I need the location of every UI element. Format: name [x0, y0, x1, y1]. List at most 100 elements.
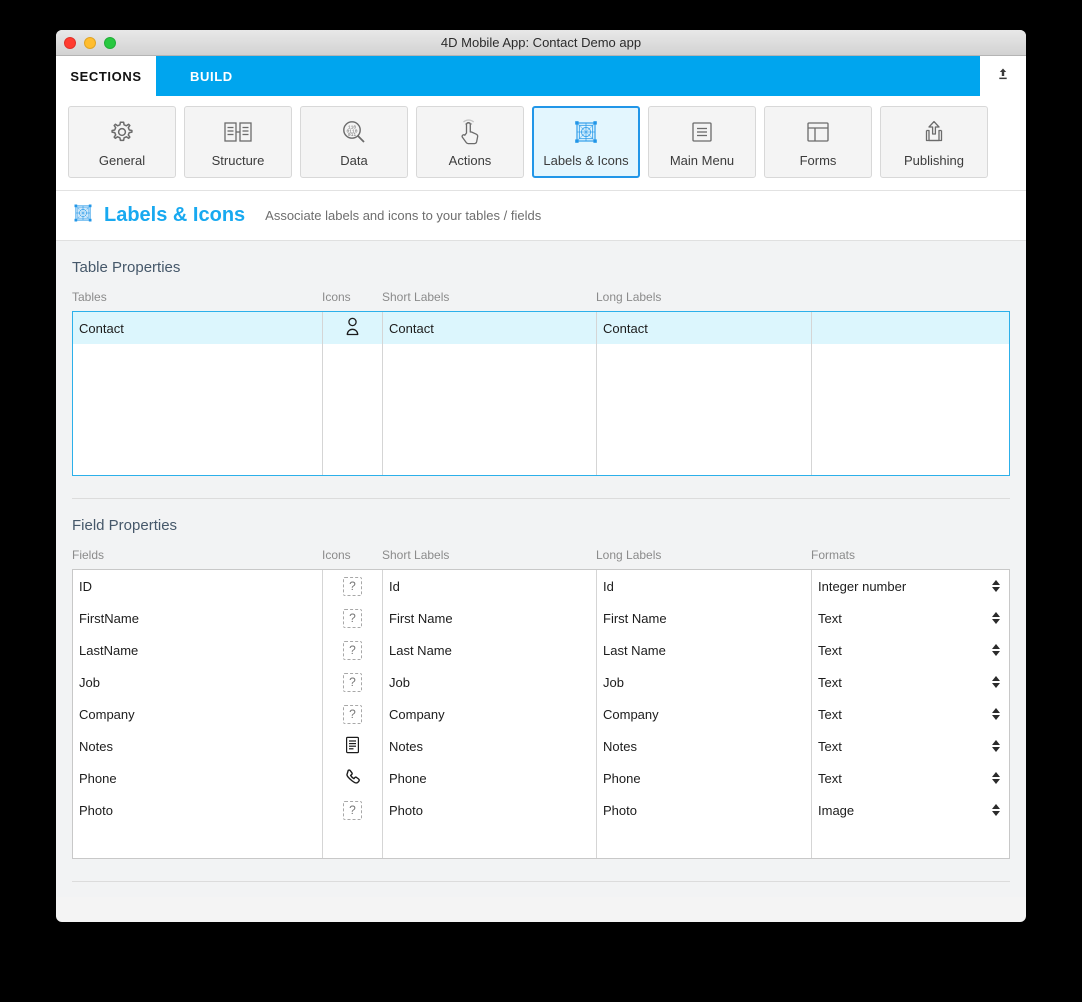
- field-short-label[interactable]: Last Name: [383, 634, 596, 666]
- section-divider: [72, 498, 1010, 499]
- stepper-arrows-icon[interactable]: [992, 676, 1000, 688]
- field-long-label[interactable]: Notes: [597, 730, 811, 762]
- field-icon-cell[interactable]: ?: [323, 698, 382, 730]
- table-row-extra[interactable]: [812, 312, 1009, 344]
- format-stepper[interactable]: Text: [812, 762, 1009, 794]
- field-properties-title: Field Properties: [72, 517, 178, 534]
- table-col-short-labels: Contact: [383, 312, 597, 475]
- field-row[interactable]: Phone: [73, 762, 322, 794]
- toolbar-item-forms[interactable]: Forms: [764, 106, 872, 178]
- format-stepper[interactable]: Image: [812, 794, 1009, 826]
- field-short-label[interactable]: Photo: [383, 794, 596, 826]
- tab-sections[interactable]: SECTIONS: [56, 56, 156, 96]
- field-short-label[interactable]: Phone: [383, 762, 596, 794]
- zoom-button[interactable]: [104, 36, 116, 49]
- field-long-label[interactable]: First Name: [597, 602, 811, 634]
- format-stepper[interactable]: Text: [812, 666, 1009, 698]
- minimize-button[interactable]: [84, 36, 96, 49]
- field-col-icons: ? ? ? ? ? ?: [323, 570, 383, 858]
- format-value: Text: [818, 674, 842, 690]
- table-col-tables: Contact: [73, 312, 323, 475]
- stepper-arrows-icon[interactable]: [992, 772, 1000, 784]
- upload-button[interactable]: [980, 56, 1026, 96]
- toolbar-item-label: Main Menu: [669, 152, 735, 168]
- field-icon-cell[interactable]: ?: [323, 602, 382, 634]
- column-header-long-labels: Long Labels: [596, 290, 662, 304]
- window-title: 4D Mobile App: Contact Demo app: [440, 35, 642, 50]
- table-col-long-labels: Contact: [597, 312, 812, 475]
- field-long-label[interactable]: Last Name: [597, 634, 811, 666]
- field-icon-cell[interactable]: [323, 730, 382, 762]
- bottom-divider: [72, 881, 1010, 882]
- field-row[interactable]: Photo: [73, 794, 322, 826]
- field-row[interactable]: ID: [73, 570, 322, 602]
- question-placeholder-icon: ?: [343, 704, 362, 724]
- field-short-label[interactable]: Job: [383, 666, 596, 698]
- toolbar-item-main-menu[interactable]: Main Menu: [648, 106, 756, 178]
- table-col-icons: [323, 312, 383, 475]
- publish-upload-icon: [920, 117, 948, 147]
- notes-document-icon: [345, 736, 360, 757]
- stepper-arrows-icon[interactable]: [992, 644, 1000, 656]
- toolbar-item-label: General: [98, 152, 146, 168]
- table-row-icon-cell[interactable]: [323, 312, 382, 344]
- field-short-label[interactable]: First Name: [383, 602, 596, 634]
- toolbar-item-structure[interactable]: Structure: [184, 106, 292, 178]
- table-row-short-label[interactable]: Contact: [383, 312, 596, 344]
- column-header-short-labels: Short Labels: [382, 548, 450, 562]
- field-row[interactable]: FirstName: [73, 602, 322, 634]
- field-long-label[interactable]: Company: [597, 698, 811, 730]
- column-header-icons: Icons: [322, 548, 351, 562]
- field-short-label[interactable]: Company: [383, 698, 596, 730]
- field-col-fields: ID FirstName LastName Job Company Notes …: [73, 570, 323, 858]
- field-short-label[interactable]: Id: [383, 570, 596, 602]
- toolbar-item-general[interactable]: General: [68, 106, 176, 178]
- format-stepper[interactable]: Text: [812, 730, 1009, 762]
- toolbar-item-label: Publishing: [904, 152, 964, 168]
- stepper-arrows-icon[interactable]: [992, 708, 1000, 720]
- field-long-label[interactable]: Phone: [597, 762, 811, 794]
- page-title: Labels & Icons: [104, 204, 246, 226]
- stepper-arrows-icon[interactable]: [992, 612, 1000, 624]
- field-icon-cell[interactable]: ?: [323, 634, 382, 666]
- field-properties-header-row: Fields Icons Short Labels Long Labels Fo…: [72, 548, 1010, 569]
- stepper-arrows-icon[interactable]: [992, 740, 1000, 752]
- table-col-extra: [812, 312, 1009, 475]
- field-properties-grid[interactable]: ID FirstName LastName Job Company Notes …: [72, 569, 1010, 859]
- field-row[interactable]: Job: [73, 666, 322, 698]
- field-icon-cell[interactable]: ?: [323, 570, 382, 602]
- field-row[interactable]: Company: [73, 698, 322, 730]
- app-window: 4D Mobile App: Contact Demo app SECTIONS…: [56, 30, 1026, 922]
- field-row[interactable]: LastName: [73, 634, 322, 666]
- format-stepper[interactable]: Integer number: [812, 570, 1009, 602]
- upload-icon: [996, 67, 1010, 86]
- field-long-label[interactable]: Id: [597, 570, 811, 602]
- field-short-label[interactable]: Notes: [383, 730, 596, 762]
- table-row-long-label[interactable]: Contact: [597, 312, 811, 344]
- field-long-label[interactable]: Photo: [597, 794, 811, 826]
- column-header-icons: Icons: [322, 290, 351, 304]
- toolbar-item-data[interactable]: 110 0110 011 Data: [300, 106, 408, 178]
- close-button[interactable]: [64, 36, 76, 49]
- field-row[interactable]: Notes: [73, 730, 322, 762]
- format-stepper[interactable]: Text: [812, 602, 1009, 634]
- toolbar-item-label: Actions: [448, 152, 492, 168]
- toolbar-item-labels-icons[interactable]: Labels & Icons: [532, 106, 640, 178]
- field-long-label[interactable]: Job: [597, 666, 811, 698]
- stepper-arrows-icon[interactable]: [992, 580, 1000, 592]
- question-placeholder-icon: ?: [343, 608, 362, 628]
- stepper-arrows-icon[interactable]: [992, 804, 1000, 816]
- field-icon-cell[interactable]: ?: [323, 666, 382, 698]
- field-icon-cell[interactable]: [323, 762, 382, 794]
- toolbar-item-actions[interactable]: Actions: [416, 106, 524, 178]
- format-stepper[interactable]: Text: [812, 634, 1009, 666]
- question-placeholder-icon: ?: [343, 800, 362, 820]
- format-value: Text: [818, 610, 842, 626]
- format-value: Text: [818, 770, 842, 786]
- field-icon-cell[interactable]: ?: [323, 794, 382, 826]
- tab-build[interactable]: BUILD: [156, 56, 980, 96]
- format-stepper[interactable]: Text: [812, 698, 1009, 730]
- toolbar-item-publishing[interactable]: Publishing: [880, 106, 988, 178]
- table-row[interactable]: Contact: [73, 312, 322, 344]
- table-properties-grid[interactable]: Contact Contact Contact: [72, 311, 1010, 476]
